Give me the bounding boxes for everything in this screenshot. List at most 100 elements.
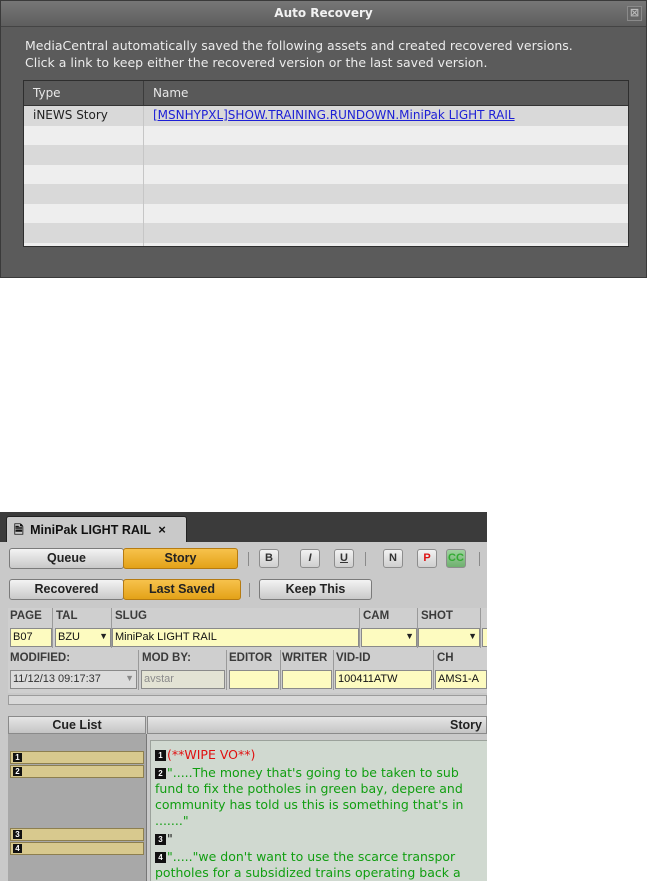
modified-value: 11/12/13 09:17:37 (13, 673, 101, 685)
story-form-fields: PAGE B07 TAL BZU ▼ SLUG MiniPak LIGHT RA… (8, 608, 487, 693)
table-header: Type Name (24, 81, 628, 106)
story-line: 1 (**WIPE VO**) (155, 747, 255, 762)
close-tab-icon[interactable]: × (158, 522, 166, 537)
tal-dropdown[interactable]: BZU ▼ (55, 628, 111, 647)
horizontal-scrollbar[interactable] (8, 695, 487, 705)
dialog-title-bar: Auto Recovery ⊠ (1, 1, 646, 27)
table-row-empty (24, 184, 628, 204)
editor-label: EDITOR (229, 652, 273, 664)
cue-number: 1 (13, 753, 22, 762)
modified-label: MODIFIED: (10, 652, 71, 664)
mod-by-label: MOD BY: (142, 652, 191, 664)
dialog-message-line-2: Click a link to keep either the recovere… (25, 55, 488, 70)
tab-story[interactable]: 🗎 MiniPak LIGHT RAIL × (6, 516, 187, 542)
cue-marker[interactable]: 2 (155, 768, 166, 779)
cue-list-header: Cue List (8, 716, 146, 734)
story-editor-pane: 1 (**WIPE VO**) 2 ".....The money that's g… (147, 734, 487, 881)
shot-label: SHOT (421, 610, 453, 622)
dialog-message: MediaCentral automatically saved the fol… (25, 37, 573, 71)
shot-dropdown[interactable]: ▼ (418, 628, 480, 647)
story-line: 2 ".....The money that's going to be take… (155, 765, 459, 780)
recovered-button[interactable]: Recovered (9, 579, 124, 600)
toolbar-divider (479, 552, 480, 566)
cue-marker[interactable]: 1 (155, 750, 166, 761)
n-button[interactable]: N (383, 549, 403, 568)
chevron-down-icon: ▼ (405, 631, 414, 641)
story-line: community has told us this is something … (155, 797, 464, 812)
table-row-empty (24, 242, 628, 246)
tal-value: BZU (58, 631, 80, 643)
queue-button[interactable]: Queue (9, 548, 124, 569)
underline-button[interactable]: U (334, 549, 354, 568)
table-row-empty (24, 164, 628, 184)
story-line: 4 "....."we don't want to use the scarce … (155, 849, 455, 864)
chevron-down-icon: ▼ (99, 631, 108, 641)
last-saved-button[interactable]: Last Saved (123, 579, 241, 600)
dialog-title: Auto Recovery (274, 6, 373, 20)
tab-title: MiniPak LIGHT RAIL (30, 523, 151, 537)
asset-link[interactable]: [MSNHYPXL]SHOW.TRAINING.RUNDOWN.MiniPak … (153, 108, 515, 122)
toolbar-divider (365, 552, 366, 566)
story-text-area[interactable]: 1 (**WIPE VO**) 2 ".....The money that's g… (150, 740, 487, 881)
story-line: fund to fix the potholes in green bay, d… (155, 781, 463, 796)
p-button[interactable]: P (417, 549, 437, 568)
mod-by-field: avstar (141, 670, 225, 689)
cc-button[interactable]: CC (446, 549, 466, 568)
auto-recovery-dialog: Auto Recovery ⊠ MediaCentral automatical… (0, 0, 647, 278)
table-row-empty (24, 223, 628, 243)
tab-bar: 🗎 MiniPak LIGHT RAIL × (0, 512, 487, 542)
story-line: 3 " (155, 831, 173, 846)
toolbar-divider (249, 583, 250, 597)
story-panel: 🗎 MiniPak LIGHT RAIL × Queue Story B I U… (0, 512, 487, 881)
table-row-empty (24, 125, 628, 145)
cue-item[interactable]: 1 (10, 751, 144, 764)
column-header-type[interactable]: Type (24, 81, 144, 105)
column-header-name[interactable]: Name (144, 81, 188, 105)
slug-label: SLUG (115, 610, 147, 622)
editor-field[interactable] (229, 670, 279, 689)
page-label: PAGE (10, 610, 42, 622)
bold-button[interactable]: B (259, 549, 279, 568)
story-line: ......." (155, 813, 189, 828)
cue-item[interactable]: 2 (10, 765, 144, 778)
page-field[interactable]: B07 (10, 628, 52, 647)
ch-field[interactable]: AMS1-A (435, 670, 487, 689)
cue-item[interactable]: 3 (10, 828, 144, 841)
cam-label: CAM (363, 610, 390, 622)
cell-name: [MSNHYPXL]SHOW.TRAINING.RUNDOWN.MiniPak … (144, 106, 515, 126)
cue-list: 1 2 3 4 (8, 734, 147, 881)
story-line: potholes for a subsidized trains operati… (155, 865, 461, 880)
close-icon[interactable]: ⊠ (627, 6, 642, 21)
ch-label: CH (437, 652, 454, 664)
story-header: Story (147, 716, 487, 734)
recovered-assets-table: Type Name iNEWS Story [MSNHYPXL]SHOW.TRA… (23, 80, 629, 247)
cue-marker[interactable]: 4 (155, 852, 166, 863)
cue-item[interactable]: 4 (10, 842, 144, 855)
cue-number: 3 (13, 830, 22, 839)
cue-number: 2 (13, 767, 22, 776)
italic-button[interactable]: I (300, 549, 320, 568)
story-button[interactable]: Story (123, 548, 238, 569)
cue-number: 4 (13, 844, 22, 853)
table-body: iNEWS Story [MSNHYPXL]SHOW.TRAINING.RUND… (24, 106, 628, 246)
cam-dropdown[interactable]: ▼ (361, 628, 417, 647)
next-field-clipped[interactable] (482, 628, 487, 647)
dialog-message-line-1: MediaCentral automatically saved the fol… (25, 38, 573, 53)
writer-field[interactable] (282, 670, 332, 689)
slug-field[interactable]: MiniPak LIGHT RAIL (112, 628, 359, 647)
cue-marker[interactable]: 3 (155, 834, 166, 845)
document-icon: 🗎 (14, 523, 24, 537)
tal-label: TAL (56, 610, 78, 622)
vid-id-field[interactable]: 100411ATW (335, 670, 432, 689)
writer-label: WRITER (282, 652, 328, 664)
chevron-down-icon: ▼ (468, 631, 477, 641)
chevron-down-icon: ▼ (125, 673, 134, 683)
table-row-empty (24, 203, 628, 223)
cell-type: iNEWS Story (24, 106, 144, 126)
modified-field: 11/12/13 09:17:37 ▼ (10, 670, 137, 689)
table-row[interactable]: iNEWS Story [MSNHYPXL]SHOW.TRAINING.RUND… (24, 106, 628, 126)
keep-this-button[interactable]: Keep This (259, 579, 372, 600)
table-row-empty (24, 145, 628, 165)
toolbar-divider (248, 552, 249, 566)
vid-id-label: VID-ID (336, 652, 371, 664)
